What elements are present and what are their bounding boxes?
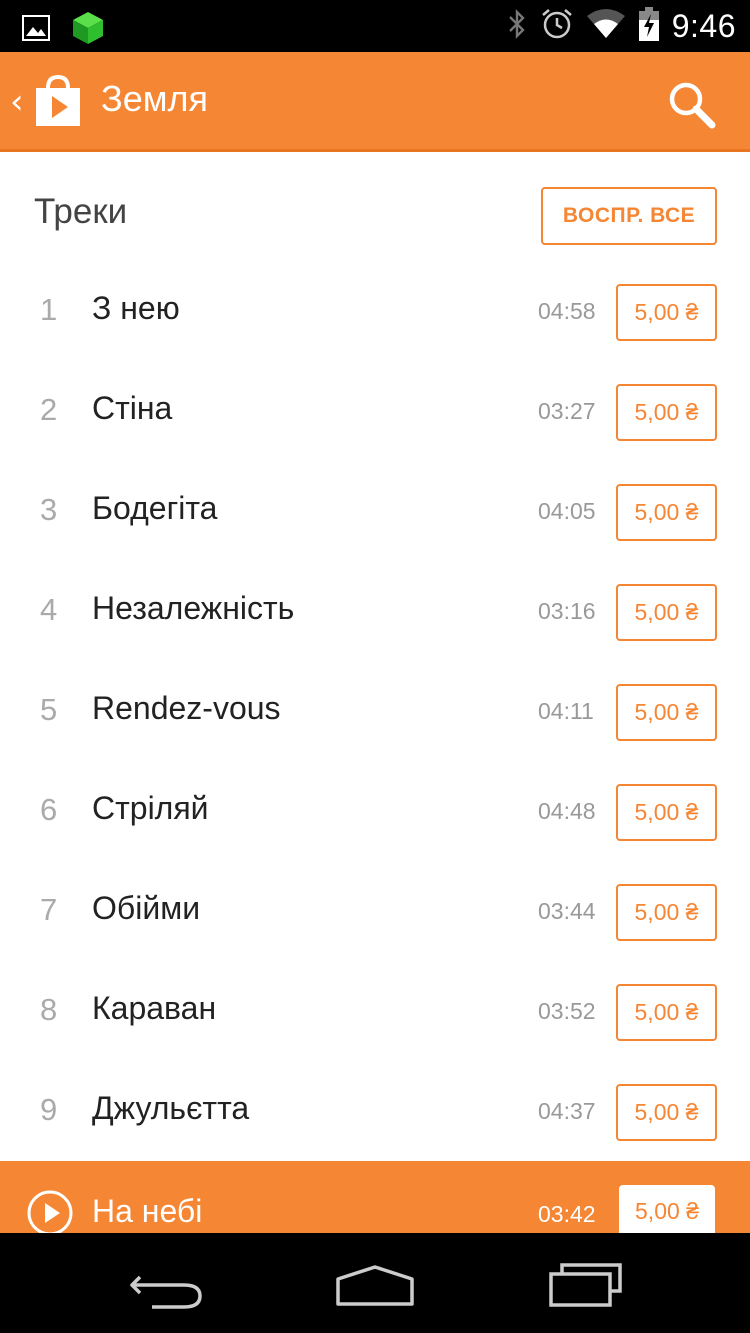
alarm-icon (540, 7, 574, 45)
track-duration: 03:27 (538, 398, 596, 424)
wifi-icon (586, 8, 626, 44)
track-title: З нею (92, 290, 180, 326)
track-row-now-playing[interactable]: На небі 03:42 5,00 ₴ (0, 1161, 750, 1233)
track-duration: 04:48 (538, 798, 596, 824)
cube-app-icon (70, 10, 106, 50)
track-row[interactable]: 7 Обійми 03:44 5,00 ₴ (0, 862, 750, 962)
track-title: Джульєтта (92, 1090, 250, 1126)
bluetooth-icon (506, 8, 528, 44)
price-button[interactable]: 5,00 ₴ (616, 1084, 717, 1141)
search-icon[interactable] (665, 78, 717, 130)
track-number: 1 (40, 292, 58, 327)
price-button[interactable]: 5,00 ₴ (619, 1185, 715, 1233)
track-row[interactable]: 8 Караван 03:52 5,00 ₴ (0, 962, 750, 1062)
price-button[interactable]: 5,00 ₴ (616, 884, 717, 941)
track-duration: 03:44 (538, 898, 596, 924)
status-time: 9:46 (671, 7, 736, 44)
track-row[interactable]: 3 Бодегіта 04:05 5,00 ₴ (0, 462, 750, 562)
home-icon[interactable] (326, 1263, 426, 1311)
track-number: 6 (40, 792, 58, 827)
price-button[interactable]: 5,00 ₴ (616, 984, 717, 1041)
navigation-bar (0, 1233, 750, 1333)
track-duration: 03:52 (538, 998, 596, 1024)
track-title: Rendez-vous (92, 690, 281, 726)
track-row[interactable]: 6 Стріляй 04:48 5,00 ₴ (0, 762, 750, 862)
price-button[interactable]: 5,00 ₴ (616, 284, 717, 341)
battery-charging-icon (638, 6, 660, 46)
track-duration: 04:37 (538, 1098, 596, 1124)
track-row[interactable]: 1 З нею 04:58 5,00 ₴ (0, 262, 750, 362)
track-title: Караван (92, 990, 217, 1026)
track-title: Стріляй (92, 790, 209, 826)
play-store-logo-icon[interactable] (32, 74, 84, 128)
recent-apps-icon[interactable] (538, 1263, 638, 1311)
track-row[interactable]: 9 Джульєтта 04:37 5,00 ₴ (0, 1062, 750, 1162)
track-number: 7 (40, 892, 58, 927)
track-title: На небі (92, 1193, 203, 1229)
track-duration: 03:16 (538, 598, 596, 624)
price-button[interactable]: 5,00 ₴ (616, 484, 717, 541)
back-icon[interactable] (118, 1263, 218, 1311)
price-button[interactable]: 5,00 ₴ (616, 584, 717, 641)
track-duration: 04:58 (538, 298, 596, 324)
track-number: 8 (40, 992, 58, 1027)
track-duration: 04:05 (538, 498, 596, 524)
track-number: 9 (40, 1092, 58, 1127)
track-row[interactable]: 2 Стіна 03:27 5,00 ₴ (0, 362, 750, 462)
up-chevron-icon[interactable]: ‹ (10, 82, 24, 122)
track-number: 3 (40, 492, 58, 527)
track-title: Обійми (92, 890, 201, 926)
price-button[interactable]: 5,00 ₴ (616, 684, 717, 741)
price-button[interactable]: 5,00 ₴ (616, 784, 717, 841)
track-number: 4 (40, 592, 58, 627)
track-row[interactable]: 4 Незалежність 03:16 5,00 ₴ (0, 562, 750, 662)
page-title: Земля (101, 78, 209, 119)
track-number: 5 (40, 692, 58, 727)
image-notification-icon (22, 15, 50, 45)
track-duration: 03:42 (538, 1201, 596, 1227)
track-duration: 04:11 (538, 698, 594, 724)
status-bar: 9:46 (0, 0, 750, 52)
track-title: Бодегіта (92, 490, 218, 526)
price-button[interactable]: 5,00 ₴ (616, 384, 717, 441)
section-title: Треки (34, 192, 128, 231)
action-bar: ‹ Земля (0, 52, 750, 152)
play-circle-icon[interactable] (26, 1189, 74, 1233)
track-row[interactable]: 5 Rendez-vous 04:11 5,00 ₴ (0, 662, 750, 762)
play-all-button[interactable]: ВОСПР. ВСЕ (541, 187, 717, 245)
track-title: Незалежність (92, 590, 295, 626)
track-title: Стіна (92, 390, 173, 426)
track-number: 2 (40, 392, 58, 427)
